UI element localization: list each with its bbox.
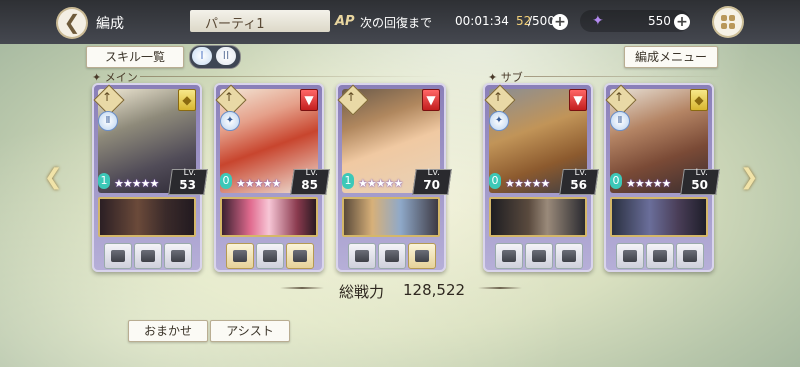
rank-gem: 0 — [610, 173, 622, 189]
assist-button[interactable]: アシスト — [210, 320, 290, 342]
main-section-line — [140, 76, 440, 77]
prev-arrow-icon[interactable]: ❮ — [44, 165, 62, 190]
weapon-image — [610, 197, 708, 237]
gem-count: 550 — [648, 14, 671, 28]
equipment-slot[interactable] — [676, 243, 704, 269]
skill-list-button[interactable]: スキル一覧 — [86, 46, 184, 68]
element-icon: ▼ — [569, 89, 587, 111]
rank-gem: 0 — [489, 173, 501, 189]
power-ornament-right — [478, 287, 522, 289]
star-rating: ★★★★★ — [358, 177, 403, 190]
star-rating: ★★★★★ — [505, 177, 550, 190]
character-card[interactable]: ↑ ▼ ✦ 0 ★★★★★ Lv. 85 — [214, 83, 330, 272]
rank-gem: 0 — [220, 173, 232, 189]
character-card[interactable]: ↑ ▼ 1 ★★★★★ Lv. 70 — [336, 83, 452, 272]
grid-menu-icon — [721, 15, 735, 29]
level-value: 56 — [570, 178, 587, 192]
total-power-label: 総戦力 — [339, 283, 385, 301]
equipment-slot[interactable] — [226, 243, 254, 269]
character-card[interactable]: ↑ ◆ Ⅱ 1 ★★★★★ Lv. 53 — [92, 83, 208, 272]
screen-title: 編成 — [96, 16, 124, 32]
sub-skill-icon: ✦ — [220, 111, 240, 131]
back-button[interactable]: ❮ — [58, 9, 86, 37]
ap-recovery-time: 00:01:34 — [455, 14, 509, 28]
level-label: Lv. — [427, 168, 440, 178]
sub-skill-icon: Ⅱ — [610, 111, 630, 131]
ap-recovery-label: 次の回復まで — [360, 16, 433, 30]
role-glyph: ↑ — [346, 90, 357, 104]
power-ornament-left — [280, 287, 324, 289]
level-label: Lv. — [574, 168, 587, 178]
level-value: 50 — [691, 178, 708, 192]
rank-gem: 1 — [98, 173, 110, 189]
equipment-slot[interactable] — [646, 243, 674, 269]
equipment-slot[interactable] — [256, 243, 284, 269]
ap-plus-button[interactable]: + — [552, 14, 568, 30]
star-rating: ★★★★★ — [626, 177, 671, 190]
weapon-image — [98, 197, 196, 237]
weapon-image — [342, 197, 440, 237]
element-icon: ◆ — [690, 89, 708, 111]
sub-skill-icon: Ⅱ — [98, 111, 118, 131]
next-arrow-icon[interactable]: ❯ — [740, 165, 758, 190]
level-label: Lv. — [305, 168, 318, 178]
equipment-slot[interactable] — [104, 243, 132, 269]
rank-gem: 1 — [342, 173, 354, 189]
star-rating: ★★★★★ — [114, 177, 159, 190]
back-arrow-icon: ❮ — [63, 10, 81, 34]
ap-max: /500 — [528, 14, 555, 28]
sub-skill-icon: ✦ — [489, 111, 509, 131]
gem-icon: ✦ — [592, 13, 604, 29]
equipment-slot[interactable] — [134, 243, 162, 269]
role-glyph: ↑ — [102, 90, 113, 104]
party-name: パーティ1 — [205, 17, 265, 32]
element-icon: ◆ — [178, 89, 196, 111]
level-label: Lv. — [695, 168, 708, 178]
total-power-value: 128,522 — [403, 281, 466, 299]
role-glyph: ↑ — [493, 90, 504, 104]
level-value: 85 — [301, 178, 318, 192]
element-icon: ▼ — [300, 89, 318, 111]
role-glyph: ↑ — [614, 90, 625, 104]
party-switch-option-1[interactable]: I — [192, 47, 212, 65]
role-glyph: ↑ — [224, 90, 235, 104]
equipment-slot[interactable] — [495, 243, 523, 269]
formation-menu-button[interactable]: 編成メニュー — [624, 46, 718, 68]
level-value: 53 — [179, 178, 196, 192]
equipment-slot[interactable] — [164, 243, 192, 269]
weapon-image — [489, 197, 587, 237]
equipment-slot[interactable] — [348, 243, 376, 269]
gem-plus-button[interactable]: + — [674, 14, 690, 30]
equipment-slot[interactable] — [555, 243, 583, 269]
level-label: Lv. — [183, 168, 196, 178]
ap-icon: AP — [335, 14, 355, 29]
auto-formation-button[interactable]: おまかせ — [128, 320, 208, 342]
weapon-image — [220, 197, 318, 237]
sub-section-line — [524, 76, 724, 77]
equipment-slot[interactable] — [378, 243, 406, 269]
star-rating: ★★★★★ — [236, 177, 281, 190]
character-card[interactable]: ↑ ▼ ✦ 0 ★★★★★ Lv. 56 — [483, 83, 599, 272]
equipment-slot[interactable] — [408, 243, 436, 269]
element-icon: ▼ — [422, 89, 440, 111]
equipment-slot[interactable] — [525, 243, 553, 269]
party-switch-option-2[interactable]: II — [216, 47, 236, 65]
level-value: 70 — [423, 178, 440, 192]
equipment-slot[interactable] — [286, 243, 314, 269]
character-card[interactable]: ↑ ◆ Ⅱ 0 ★★★★★ Lv. 50 — [604, 83, 720, 272]
equipment-slot[interactable] — [616, 243, 644, 269]
